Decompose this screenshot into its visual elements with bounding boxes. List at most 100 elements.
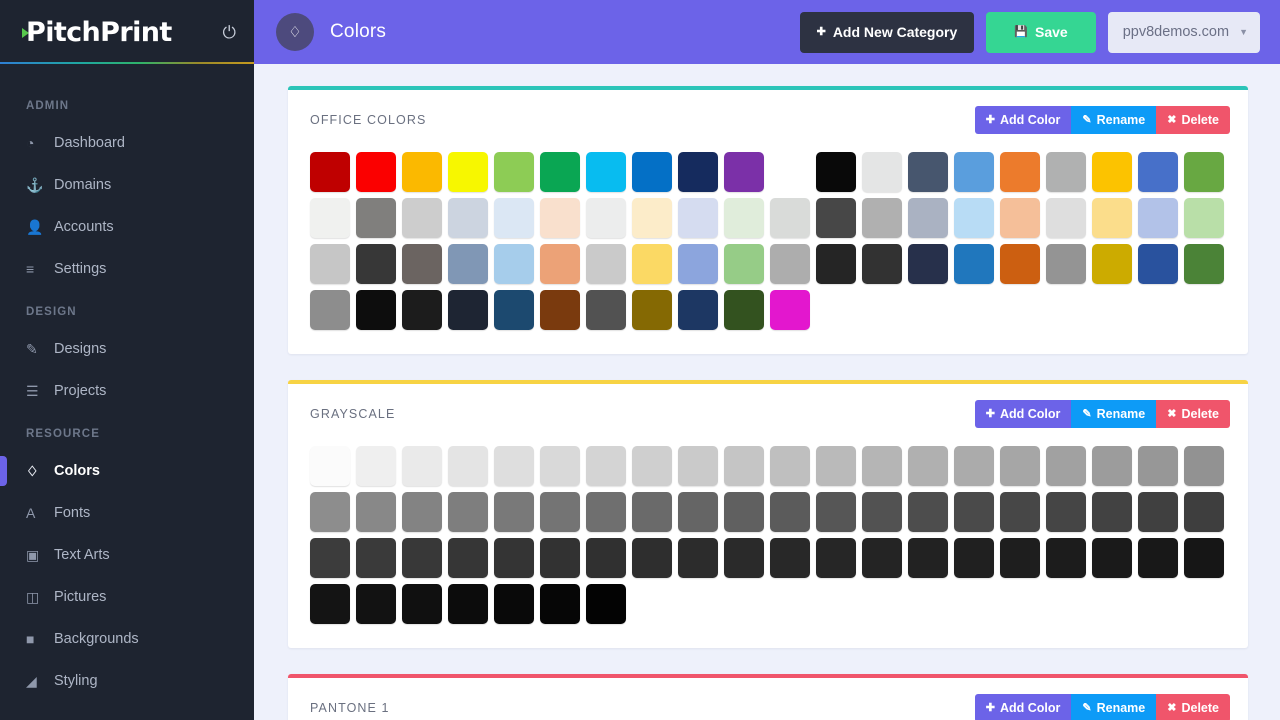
color-swatch[interactable]	[356, 584, 396, 624]
color-swatch[interactable]	[310, 244, 350, 284]
color-swatch[interactable]	[908, 446, 948, 486]
color-swatch[interactable]	[1000, 198, 1040, 238]
color-swatch[interactable]	[494, 538, 534, 578]
sidebar-item-designs[interactable]: ✎ Designs	[0, 328, 254, 370]
color-swatch[interactable]	[770, 538, 810, 578]
color-swatch[interactable]	[540, 198, 580, 238]
color-swatch[interactable]	[1000, 244, 1040, 284]
color-swatch[interactable]	[310, 152, 350, 192]
color-swatch[interactable]	[678, 290, 718, 330]
color-swatch[interactable]	[678, 492, 718, 532]
color-swatch[interactable]	[632, 244, 672, 284]
color-swatch[interactable]	[586, 290, 626, 330]
color-swatch[interactable]	[770, 244, 810, 284]
color-swatch[interactable]	[402, 152, 442, 192]
color-swatch[interactable]	[1092, 446, 1132, 486]
color-swatch[interactable]	[862, 538, 902, 578]
color-swatch[interactable]	[908, 244, 948, 284]
delete-button[interactable]: ✖ Delete	[1156, 400, 1230, 428]
color-swatch[interactable]	[540, 446, 580, 486]
color-swatch[interactable]	[448, 492, 488, 532]
color-swatch[interactable]	[586, 446, 626, 486]
add-new-category-button[interactable]: ✚ Add New Category	[799, 11, 975, 53]
delete-button[interactable]: ✖ Delete	[1156, 694, 1230, 720]
color-swatch[interactable]	[862, 198, 902, 238]
color-swatch[interactable]	[310, 492, 350, 532]
color-swatch[interactable]	[724, 290, 764, 330]
color-swatch[interactable]	[356, 538, 396, 578]
color-swatch[interactable]	[586, 538, 626, 578]
color-swatch[interactable]	[954, 198, 994, 238]
delete-button[interactable]: ✖ Delete	[1156, 106, 1230, 134]
color-swatch[interactable]	[632, 290, 672, 330]
color-swatch[interactable]	[954, 152, 994, 192]
color-swatch[interactable]	[816, 152, 856, 192]
color-swatch[interactable]	[632, 152, 672, 192]
color-swatch[interactable]	[448, 584, 488, 624]
color-swatch[interactable]	[448, 538, 488, 578]
color-swatch[interactable]	[724, 244, 764, 284]
color-swatch[interactable]	[448, 446, 488, 486]
color-swatch[interactable]	[724, 492, 764, 532]
color-swatch[interactable]	[678, 538, 718, 578]
color-swatch[interactable]	[540, 492, 580, 532]
color-swatch[interactable]	[1138, 198, 1178, 238]
color-swatch[interactable]	[1000, 538, 1040, 578]
color-swatch[interactable]	[1138, 152, 1178, 192]
color-swatch[interactable]	[1138, 492, 1178, 532]
color-swatch[interactable]	[540, 152, 580, 192]
color-swatch[interactable]	[1184, 152, 1224, 192]
color-swatch[interactable]	[1000, 492, 1040, 532]
color-swatch[interactable]	[402, 244, 442, 284]
color-swatch[interactable]	[448, 152, 488, 192]
color-swatch[interactable]	[678, 446, 718, 486]
power-icon[interactable]: ⏻	[223, 24, 236, 41]
color-swatch[interactable]	[816, 198, 856, 238]
color-swatch[interactable]	[448, 244, 488, 284]
color-swatch[interactable]	[770, 290, 810, 330]
color-swatch[interactable]	[586, 198, 626, 238]
color-swatch[interactable]	[1138, 244, 1178, 284]
color-swatch[interactable]	[586, 492, 626, 532]
sidebar-item-settings[interactable]: ≡ Settings	[0, 248, 254, 290]
color-swatch[interactable]	[862, 446, 902, 486]
sidebar-item-pictures[interactable]: ◫ Pictures	[0, 576, 254, 618]
color-swatch[interactable]	[908, 152, 948, 192]
rename-button[interactable]: ✎ Rename	[1071, 106, 1157, 134]
color-swatch[interactable]	[816, 492, 856, 532]
color-swatch[interactable]	[1092, 244, 1132, 284]
color-swatch[interactable]	[1184, 198, 1224, 238]
color-swatch[interactable]	[908, 538, 948, 578]
site-select[interactable]: ppv8demos.com ▼	[1107, 11, 1260, 53]
content-scroll-area[interactable]: OFFICE COLORS ✚ Add Color ✎ Rename ✖ Del	[254, 64, 1280, 720]
color-swatch[interactable]	[816, 244, 856, 284]
color-swatch[interactable]	[632, 446, 672, 486]
color-swatch[interactable]	[402, 446, 442, 486]
color-swatch[interactable]	[1092, 492, 1132, 532]
color-swatch[interactable]	[494, 198, 534, 238]
color-swatch[interactable]	[724, 446, 764, 486]
sidebar-item-text-arts[interactable]: ▣ Text Arts	[0, 534, 254, 576]
color-swatch[interactable]	[862, 152, 902, 192]
add-color-button[interactable]: ✚ Add Color	[974, 694, 1072, 720]
color-swatch[interactable]	[816, 538, 856, 578]
color-swatch[interactable]	[1184, 446, 1224, 486]
color-swatch[interactable]	[954, 492, 994, 532]
color-swatch[interactable]	[402, 198, 442, 238]
color-swatch[interactable]	[402, 538, 442, 578]
color-swatch[interactable]	[402, 492, 442, 532]
color-swatch[interactable]	[632, 198, 672, 238]
color-swatch[interactable]	[1000, 152, 1040, 192]
color-swatch[interactable]	[1046, 198, 1086, 238]
sidebar-item-projects[interactable]: ☰ Projects	[0, 370, 254, 412]
color-swatch[interactable]	[724, 152, 764, 192]
sidebar-item-fonts[interactable]: A Fonts	[0, 492, 254, 534]
color-swatch[interactable]	[678, 152, 718, 192]
color-swatch[interactable]	[1184, 492, 1224, 532]
color-swatch[interactable]	[494, 446, 534, 486]
sidebar-item-dashboard[interactable]: ◔ Dashboard	[0, 122, 254, 164]
color-swatch[interactable]	[448, 290, 488, 330]
color-swatch[interactable]	[494, 584, 534, 624]
color-swatch[interactable]	[1092, 538, 1132, 578]
color-swatch[interactable]	[310, 538, 350, 578]
